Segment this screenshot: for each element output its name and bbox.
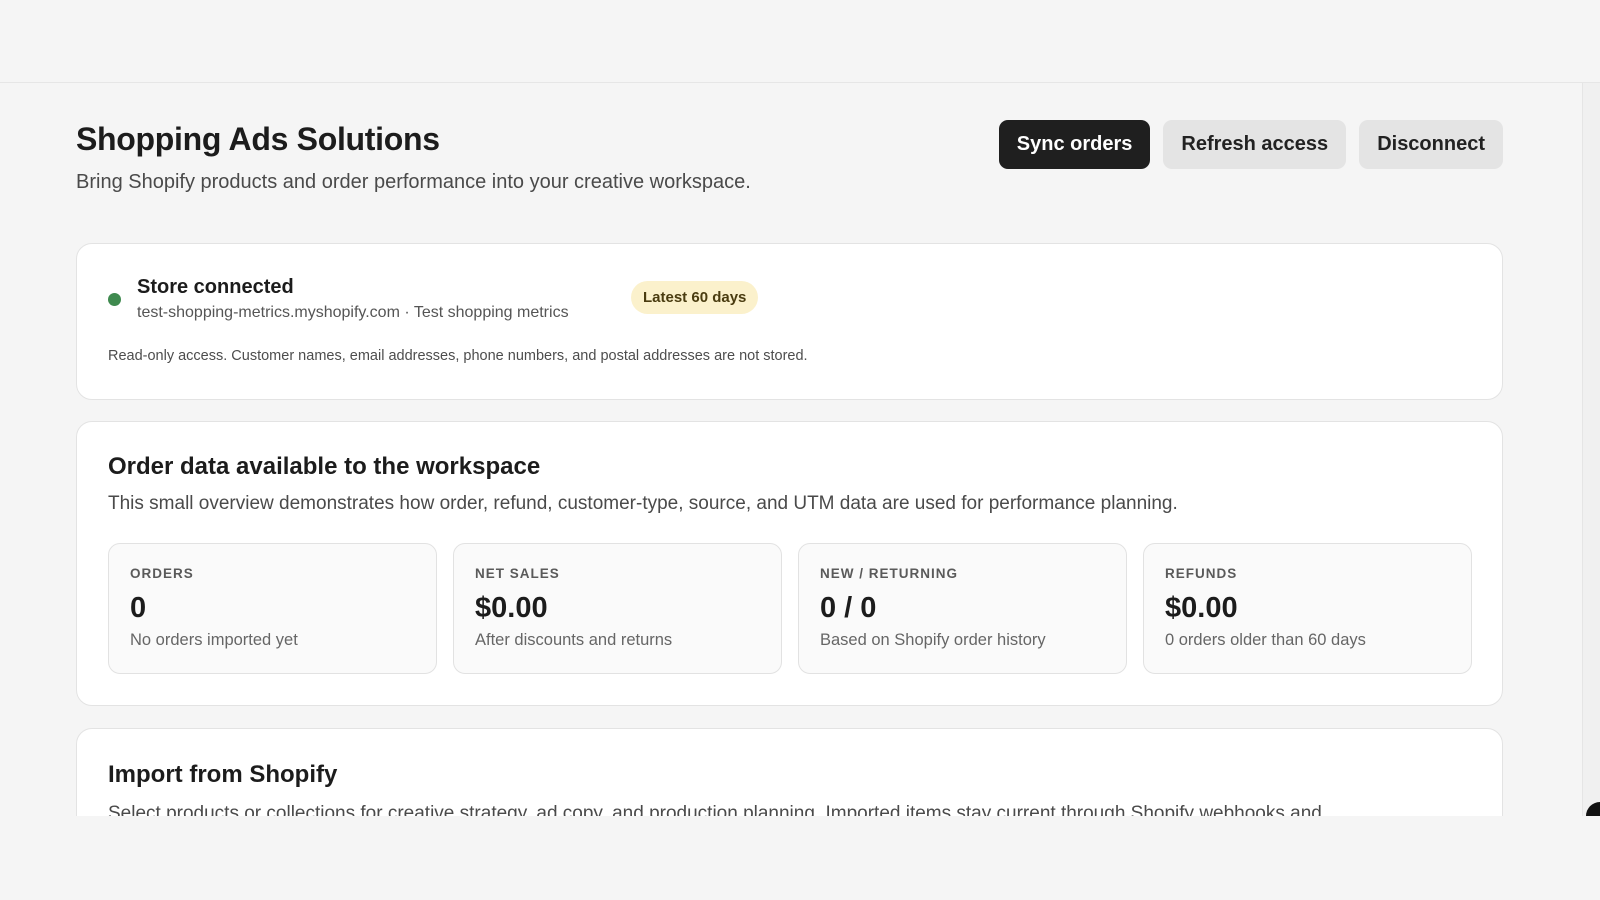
import-description: Select products or collections for creat… <box>108 803 1322 816</box>
order-data-card: Order data available to the workspace Th… <box>76 421 1503 706</box>
refresh-access-button[interactable]: Refresh access <box>1163 120 1347 169</box>
sync-orders-button[interactable]: Sync orders <box>998 120 1151 169</box>
metric-caption: No orders imported yet <box>130 631 298 649</box>
page-title: Shopping Ads Solutions <box>76 121 440 157</box>
vertical-scrollbar[interactable] <box>1582 83 1600 816</box>
metric-label: NET SALES <box>475 566 560 581</box>
metrics-row: ORDERS 0 No orders imported yet NET SALE… <box>108 543 1472 674</box>
store-domain: test-shopping-metrics.myshopify.com · Te… <box>137 304 569 321</box>
metric-label: NEW / RETURNING <box>820 566 958 581</box>
metric-caption: 0 orders older than 60 days <box>1165 631 1366 649</box>
page-content: Shopping Ads Solutions Bring Shopify pro… <box>76 83 1503 816</box>
metric-caption: After discounts and returns <box>475 631 673 649</box>
bottom-area <box>0 816 1600 900</box>
metric-value: 0 / 0 <box>820 592 877 624</box>
metric-caption: Based on Shopify order history <box>820 631 1046 649</box>
metric-net-sales: NET SALES $0.00 After discounts and retu… <box>453 543 782 674</box>
order-data-description: This small overview demonstrates how ord… <box>108 493 1178 514</box>
metric-value: $0.00 <box>475 592 548 624</box>
metric-value: 0 <box>130 592 147 624</box>
metric-refunds: REFUNDS $0.00 0 orders older than 60 day… <box>1143 543 1472 674</box>
page-subtitle: Bring Shopify products and order perform… <box>76 171 751 193</box>
header-actions: Sync orders Refresh access Disconnect <box>998 120 1503 169</box>
disconnect-button[interactable]: Disconnect <box>1359 120 1503 169</box>
store-status-title: Store connected <box>137 276 294 298</box>
connected-status-dot-icon <box>108 293 121 306</box>
import-card: Import from Shopify Select products or c… <box>76 728 1503 816</box>
import-title: Import from Shopify <box>108 761 338 788</box>
page-header: Shopping Ads Solutions Bring Shopify pro… <box>76 83 1503 243</box>
store-status-card: Store connected test-shopping-metrics.my… <box>76 243 1503 400</box>
metric-label: REFUNDS <box>1165 566 1238 581</box>
metric-new-returning: NEW / RETURNING 0 / 0 Based on Shopify o… <box>798 543 1127 674</box>
top-bar <box>0 0 1600 83</box>
main-viewport: Shopping Ads Solutions Bring Shopify pro… <box>0 83 1600 816</box>
metric-value: $0.00 <box>1165 592 1238 624</box>
order-data-title: Order data available to the workspace <box>108 453 541 480</box>
metric-orders: ORDERS 0 No orders imported yet <box>108 543 437 674</box>
privacy-note: Read-only access. Customer names, email … <box>108 348 808 364</box>
metric-label: ORDERS <box>130 566 194 581</box>
date-range-badge: Latest 60 days <box>631 281 759 314</box>
